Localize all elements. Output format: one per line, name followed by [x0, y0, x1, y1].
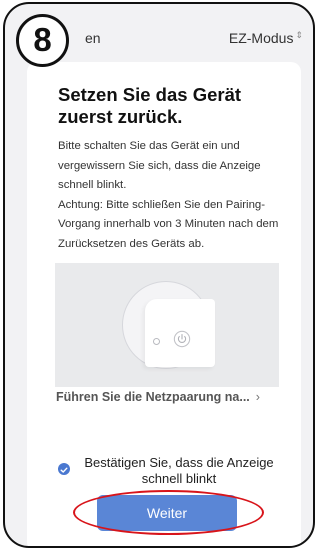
chevron-updown-icon: ⇕: [295, 30, 303, 40]
mode-label: EZ-Modus: [228, 30, 294, 46]
checkbox-checked-icon[interactable]: [58, 463, 70, 475]
checkmark-icon: [60, 467, 68, 473]
device-illustration: [55, 263, 279, 387]
pairing-guide-link[interactable]: Führen Sie die Netzpaarung na... ›: [56, 390, 286, 416]
chevron-right-icon: ›: [255, 390, 260, 404]
pairing-link-label: Führen Sie die Netzpaarung na...: [56, 390, 250, 404]
mode-selector[interactable]: EZ-Modus ⇕: [229, 30, 303, 46]
power-icon: [173, 330, 191, 348]
page-title: Setzen Sie das Gerät zuerst zurück.: [58, 84, 242, 127]
next-button[interactable]: Weiter: [97, 495, 237, 531]
led-indicator-icon: [153, 338, 160, 345]
instructions: Bitte schalten Sie das Gerät ein und ver…: [58, 137, 288, 255]
step-number-badge: 8: [16, 14, 69, 67]
confirm-label: Bestätigen Sie, dass die Anzeige schnell…: [84, 455, 274, 486]
device-image: [145, 299, 215, 367]
confirm-checkbox-row[interactable]: Bestätigen Sie, dass die Anzeige schnell…: [56, 455, 286, 491]
instruction-text: Bitte schalten Sie das Gerät ein und ver…: [58, 140, 261, 192]
warning-text: Achtung: Bitte schließen Sie den Pairing…: [58, 198, 279, 250]
cancel-button[interactable]: en: [85, 30, 101, 46]
